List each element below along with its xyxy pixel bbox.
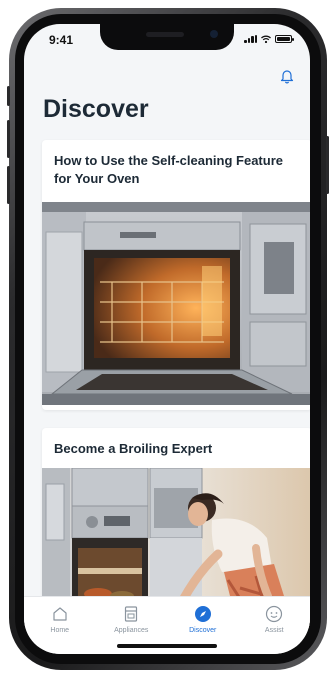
- battery-icon: [275, 35, 294, 43]
- status-time: 9:41: [49, 33, 74, 47]
- power-button: [326, 136, 329, 194]
- volume-down-button: [7, 166, 10, 204]
- signal-icon: [244, 35, 257, 43]
- status-icons: [244, 35, 294, 43]
- tab-label: Discover: [189, 627, 217, 634]
- page-title: Discover: [43, 95, 149, 123]
- article-card-self-cleaning[interactable]: How to Use the Self-cleaning Feature for…: [42, 140, 310, 410]
- speaker: [146, 32, 184, 37]
- tab-home[interactable]: Home: [28, 605, 92, 654]
- home-indicator: [117, 644, 217, 648]
- tab-label: Assist: [264, 627, 284, 634]
- notification-bell-icon[interactable]: [280, 68, 294, 84]
- volume-up-button: [7, 120, 10, 158]
- assist-icon: [266, 605, 283, 623]
- front-camera: [210, 30, 218, 38]
- mute-switch: [7, 86, 10, 106]
- article-title: How to Use the Self-cleaning Feature for…: [54, 153, 283, 186]
- notch: [100, 24, 234, 50]
- wifi-icon: [261, 35, 271, 43]
- compass-icon: [194, 606, 211, 622]
- tab-assist[interactable]: Assist: [242, 605, 306, 654]
- article-title: Become a Broiling Expert: [54, 441, 213, 456]
- appliance-icon: [125, 606, 138, 622]
- tab-label: Home: [50, 627, 70, 634]
- oven-image: [42, 202, 310, 405]
- phone-screen: 9:41 Discover How to Use the Self-cleani…: [24, 24, 310, 654]
- tab-label: Appliances: [114, 627, 149, 634]
- home-icon: [53, 607, 67, 621]
